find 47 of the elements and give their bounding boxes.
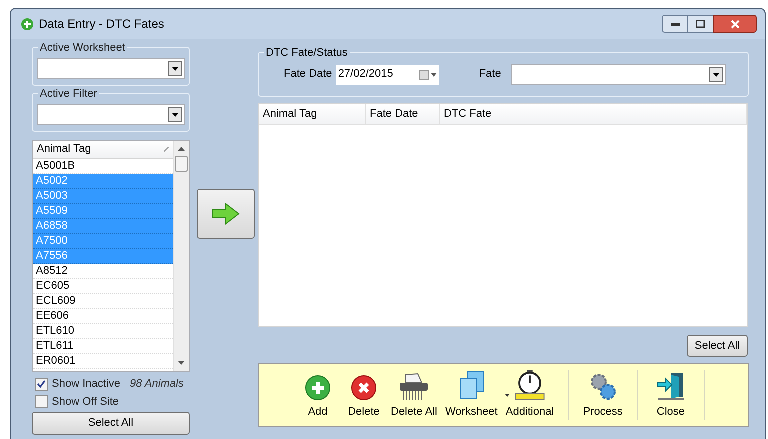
toolbar-button[interactable]: Close — [648, 370, 694, 420]
maximize-icon — [696, 20, 705, 28]
scrollbar[interactable] — [173, 141, 189, 371]
toolbar-button[interactable]: Additional — [502, 370, 558, 420]
minimize-icon — [670, 22, 680, 26]
calendar-icon[interactable] — [419, 70, 438, 80]
scroll-thumb[interactable] — [175, 156, 188, 172]
date-field[interactable]: 27/02/2015 — [336, 64, 440, 84]
shredder-icon — [398, 372, 430, 400]
animal-count: 98 Animals — [130, 377, 184, 392]
documents-icon — [458, 370, 486, 400]
toolbar-button[interactable]: Worksheet — [441, 370, 502, 420]
app-icon — [21, 18, 34, 30]
column-header[interactable]: Animal Tag — [33, 141, 173, 159]
toolbar-button[interactable]: Delete All — [387, 370, 442, 420]
field-label: Fate — [479, 67, 502, 82]
stopwatch-icon — [513, 370, 548, 400]
minimize-button[interactable] — [662, 15, 688, 33]
field-label: Fate Date — [284, 67, 332, 82]
column-header[interactable]: Animal Tag — [259, 104, 366, 124]
select-all-button[interactable]: Select All — [32, 412, 190, 435]
dropdown-arrow-icon[interactable] — [504, 394, 510, 397]
scroll-down-icon[interactable] — [178, 361, 185, 365]
dropdown-field[interactable] — [37, 104, 185, 125]
checkbox[interactable] — [35, 395, 48, 408]
checkbox-label[interactable]: Show Inactive — [52, 376, 120, 392]
checkbox[interactable] — [35, 378, 48, 391]
toolbar-button[interactable]: Delete — [341, 370, 387, 420]
delete-icon — [351, 374, 377, 400]
select-all-button[interactable]: Select All — [687, 335, 748, 357]
plus-icon — [305, 374, 331, 400]
move-right-button[interactable] — [197, 189, 255, 239]
exit-door-icon — [656, 370, 686, 400]
sort-icon — [164, 147, 169, 152]
gears-icon — [589, 372, 618, 400]
toolbar-button[interactable]: Add — [295, 370, 341, 420]
window-title: Data Entry - DTC Fates — [39, 16, 164, 33]
dropdown-field[interactable] — [37, 58, 185, 79]
arrow-right-icon — [212, 203, 240, 225]
checkbox-label[interactable]: Show Off Site — [52, 394, 120, 410]
column-header[interactable]: Fate Date — [366, 104, 440, 124]
toolbar-button[interactable]: Process — [579, 370, 627, 420]
close-button[interactable] — [713, 15, 757, 33]
maximize-button[interactable] — [688, 15, 713, 33]
column-header[interactable]: DTC Fate — [440, 104, 747, 124]
scroll-up-icon[interactable] — [178, 147, 185, 151]
close-icon — [730, 20, 740, 28]
